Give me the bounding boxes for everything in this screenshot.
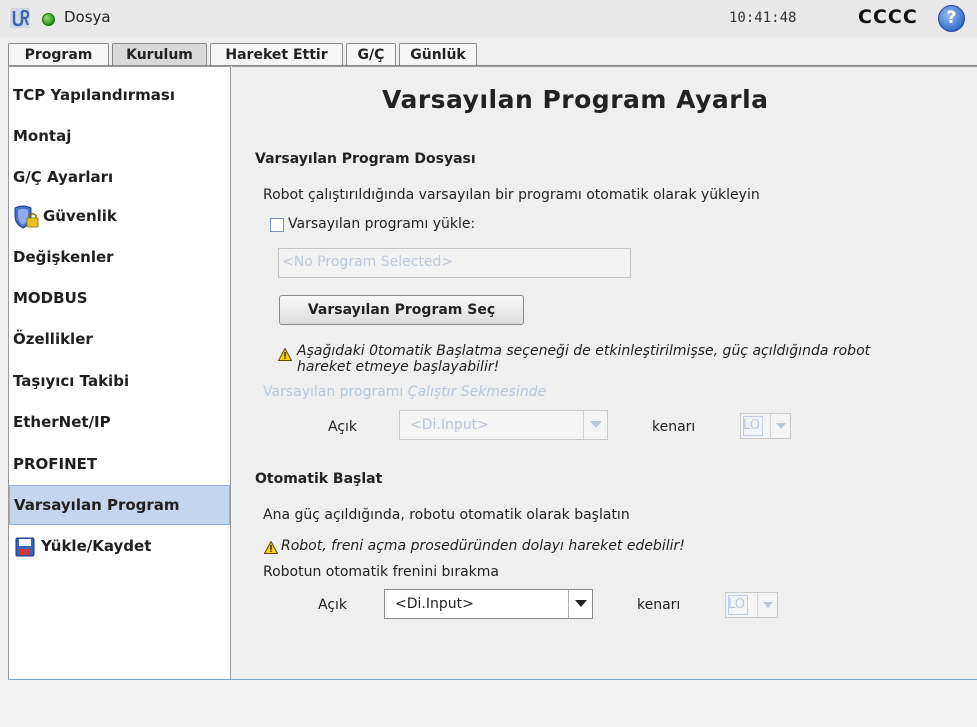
sidebar-item-guvenlik[interactable]: Güvenlik	[9, 198, 230, 235]
tab-program[interactable]: Program	[8, 43, 109, 65]
select-default-program-button[interactable]: Varsayılan Program Seç	[279, 295, 524, 325]
sidebar-item-label: EtherNet/IP	[13, 413, 111, 431]
warning-icon	[264, 541, 278, 554]
warning-line: Aşağıdaki 0tomatik Başlatma seçeneği de …	[297, 343, 871, 359]
sidebar-item-modbus[interactable]: MODBUS	[9, 280, 230, 317]
chevron-down-icon	[770, 414, 790, 438]
robot-status-icon	[42, 13, 55, 26]
sidebar-item-label: Yükle/Kaydet	[41, 537, 152, 555]
default-on-label: Açık	[328, 419, 358, 435]
shield-lock-icon	[14, 205, 39, 229]
autostart-input-select[interactable]: <Di.Input>	[384, 589, 593, 619]
run-tab-label: Varsayılan programı Çalıştır Sekmesinde	[263, 384, 546, 400]
default-edge-value: LO	[743, 418, 761, 433]
sidebar-item-degiskenler[interactable]: Değişkenler	[9, 239, 230, 276]
footer-area	[0, 681, 977, 727]
autostart-description: Ana güç açıldığında, robotu otomatik ola…	[263, 507, 630, 523]
sidebar-item-label: Değişkenler	[13, 248, 114, 266]
sidebar-item-label: MODBUS	[13, 289, 88, 307]
chevron-down-icon	[583, 411, 607, 439]
sidebar-item-profinet[interactable]: PROFINET	[9, 446, 230, 483]
sidebar-item-default-program[interactable]: Varsayılan Program	[9, 485, 230, 525]
tab-hareket-ettir[interactable]: Hareket Ettir	[210, 43, 343, 65]
autostart-edge-label: kenarı	[637, 597, 681, 613]
default-program-field: <No Program Selected>	[278, 248, 631, 278]
load-default-program-label: Varsayılan programı yükle:	[288, 216, 476, 232]
sidebar-item-load-save[interactable]: Yükle/Kaydet	[9, 528, 230, 565]
section-title-default-file: Varsayılan Program Dosyası	[255, 151, 476, 167]
panel-bottom-border	[8, 679, 977, 680]
setup-sidebar: TCP Yapılandırması Montaj G/Ç Ayarları G…	[8, 66, 231, 680]
autostart-edge-value: LO	[728, 597, 746, 612]
floppy-disk-icon	[15, 537, 35, 556]
clock: 10:41:48	[729, 10, 797, 26]
sidebar-item-label: G/Ç Ayarları	[13, 168, 114, 186]
run-tab-prefix: Varsayılan programı	[263, 384, 408, 400]
sidebar-item-ethernet-ip[interactable]: EtherNet/IP	[9, 404, 230, 441]
tab-gunluk[interactable]: Günlük	[399, 43, 477, 65]
sidebar-item-label: Montaj	[13, 127, 72, 145]
sidebar-item-label: Taşıyıcı Takibi	[13, 372, 130, 390]
default-input-select: <Di.Input>	[399, 410, 608, 440]
sidebar-item-conveyor-tracking[interactable]: Taşıyıcı Takibi	[9, 363, 230, 400]
chevron-down-icon	[568, 590, 592, 618]
sidebar-item-label: Güvenlik	[43, 207, 117, 225]
help-icon[interactable]: ?	[938, 5, 965, 32]
sidebar-item-ozellikler[interactable]: Özellikler	[9, 321, 230, 358]
sidebar-item-tcp[interactable]: TCP Yapılandırması	[9, 77, 230, 114]
sidebar-item-montaj[interactable]: Montaj	[9, 118, 230, 155]
warning-icon	[278, 348, 292, 361]
sidebar-item-label: Özellikler	[13, 330, 93, 348]
robot-name: CCCC	[858, 6, 918, 28]
sidebar-item-label: TCP Yapılandırması	[13, 86, 175, 104]
sidebar-item-label: PROFINET	[13, 455, 98, 473]
warning-line: hareket etmeye başlayabilir!	[297, 359, 500, 375]
autostart-input-value: <Di.Input>	[395, 596, 474, 612]
sidebar-item-io-settings[interactable]: G/Ç Ayarları	[9, 159, 230, 196]
autostart-on-label: Açık	[318, 597, 348, 613]
default-program-warning: Aşağıdaki 0tomatik Başlatma seçeneği de …	[297, 343, 870, 375]
file-menu[interactable]: Dosya	[64, 8, 111, 26]
tab-kurulum[interactable]: Kurulum	[112, 43, 207, 66]
chevron-down-icon	[757, 593, 777, 617]
load-default-program-checkbox[interactable]	[270, 218, 284, 232]
autostart-edge-select: LO	[725, 592, 778, 618]
default-file-description: Robot çalıştırıldığında varsayılan bir p…	[263, 187, 760, 203]
autostart-warning: Robot, freni açma prosedüründen dolayı h…	[281, 538, 685, 554]
default-edge-label: kenarı	[652, 419, 696, 435]
ur-logo-icon	[10, 8, 30, 28]
tab-gc[interactable]: G/Ç	[346, 43, 396, 65]
page-title: Varsayılan Program Ayarla	[382, 85, 769, 114]
sidebar-item-label: Varsayılan Program	[14, 496, 180, 514]
brake-release-label: Robotun otomatik frenini bırakma	[263, 564, 499, 580]
default-input-value: <Di.Input>	[410, 417, 489, 433]
section-title-autostart: Otomatik Başlat	[255, 471, 383, 487]
default-edge-select: LO	[740, 413, 791, 439]
top-bar: Dosya 10:41:48 CCCC ?	[0, 0, 977, 37]
run-tab-italic: Çalıştır Sekmesinde	[407, 384, 547, 400]
